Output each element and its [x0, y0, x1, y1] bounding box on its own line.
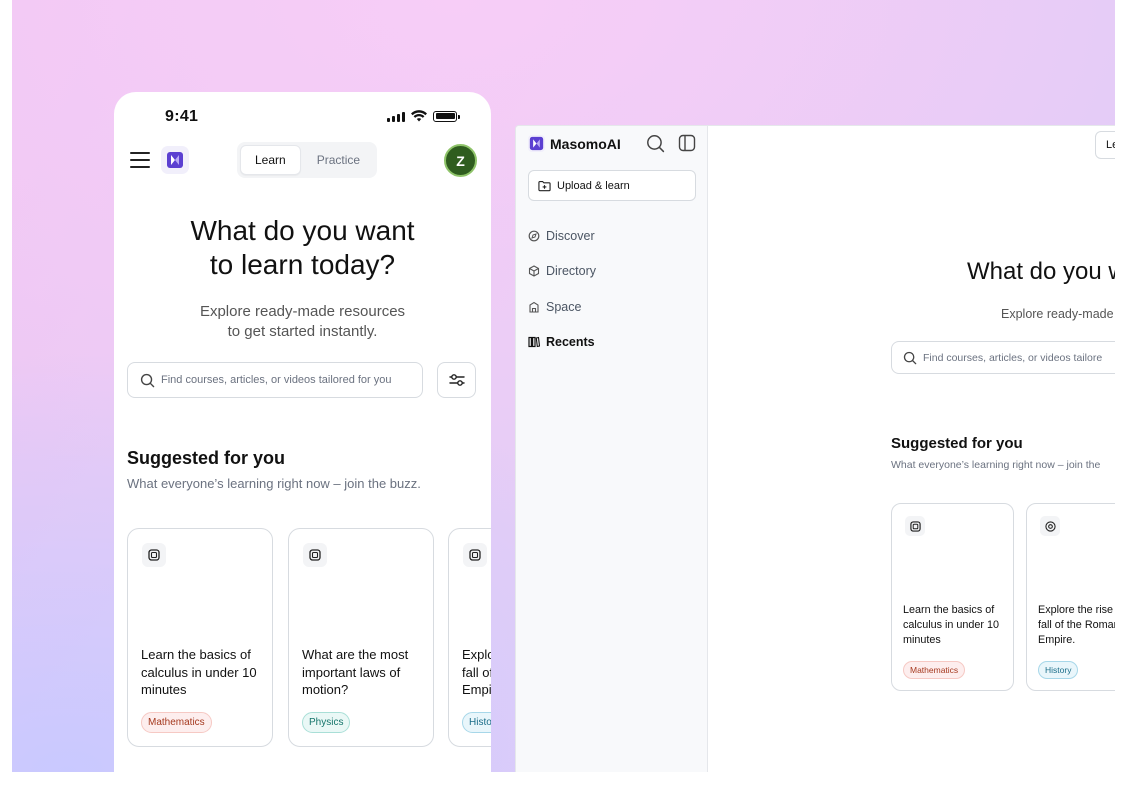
tab-learn[interactable]: Learn	[240, 145, 301, 175]
tab-learn[interactable]: Le	[1095, 131, 1115, 159]
subject-tag: Physics	[302, 712, 351, 733]
sidebar-item-space[interactable]: Space	[528, 289, 698, 325]
mode-tabs: Learn Practice	[237, 142, 378, 178]
sliders-icon	[448, 374, 465, 386]
background-canvas: 9:41 Learn Practice Z What do you want t…	[12, 0, 1115, 772]
sidebar-item-recents[interactable]: Recents	[528, 325, 698, 361]
suggestion-card[interactable]: Learn the basics of calculus in under 10…	[127, 528, 273, 747]
card-title: Explore the rise and fall of the Roman E…	[462, 647, 491, 697]
target-icon	[1040, 516, 1060, 536]
page-title: What do you w	[967, 258, 1115, 285]
search-icon[interactable]	[646, 134, 665, 153]
subtitle-line-2: to get started instantly.	[227, 323, 378, 340]
sidebar-item-label: Discover	[546, 228, 595, 243]
app-logo-icon	[528, 135, 545, 152]
building-icon	[529, 301, 539, 313]
book-icon	[142, 543, 166, 567]
filter-button[interactable]	[437, 362, 476, 398]
avatar[interactable]: Z	[444, 144, 477, 177]
subject-tag: History	[462, 712, 491, 733]
status-bar: 9:41	[114, 92, 491, 142]
book-icon	[905, 516, 925, 536]
books-icon	[528, 337, 540, 348]
desktop-window: MasomoAI Upload & learn Discover Directo…	[515, 125, 1115, 772]
subtitle-line-1: Explore ready-made resources	[199, 303, 406, 320]
sidebar-item-discover[interactable]: Discover	[528, 218, 698, 254]
section-subtitle: What everyone’s learning right now – joi…	[127, 476, 421, 491]
upload-label: Upload & learn	[557, 179, 630, 192]
app-name: MasomoAI	[550, 135, 621, 152]
book-icon	[463, 543, 487, 567]
suggestion-card[interactable]: What are the most important laws of moti…	[288, 528, 434, 747]
brand[interactable]: MasomoAI	[528, 135, 621, 152]
search-placeholder: Find courses, articles, or videos tailor…	[161, 374, 392, 386]
suggestion-card[interactable]: Explore the rise and fall of the Roman E…	[1026, 503, 1115, 691]
main-content: Le What do you w Explore ready-made Find…	[709, 126, 1115, 772]
sidebar-toggle-icon[interactable]	[678, 134, 696, 152]
upload-button[interactable]: Upload & learn	[528, 170, 696, 201]
upload-folder-icon	[538, 180, 551, 191]
suggestion-card[interactable]: Explore the rise and fall of the Roman E…	[448, 528, 491, 747]
page-subtitle: Explore ready-made resources to get star…	[114, 302, 491, 342]
tab-practice[interactable]: Practice	[303, 145, 374, 175]
sidebar-item-label: Directory	[546, 264, 597, 279]
mobile-screen: 9:41 Learn Practice Z What do you want t…	[114, 92, 491, 772]
subject-tag: History	[1038, 661, 1079, 679]
search-placeholder: Find courses, articles, or videos tailor…	[923, 351, 1103, 364]
page-title: What do you want to learn today?	[114, 214, 491, 282]
subject-tag: Mathematics	[903, 661, 966, 679]
card-title: Explore the rise and fall of the Roman E…	[1038, 604, 1115, 646]
battery-icon	[433, 110, 460, 122]
menu-icon[interactable]	[130, 152, 150, 168]
status-time: 9:41	[165, 108, 199, 125]
section-title: Suggested for you	[127, 448, 286, 468]
title-line-1: What do you want	[190, 215, 415, 246]
card-title: Learn the basics of calculus in under 10…	[903, 604, 1000, 646]
cellular-signal-icon	[387, 111, 405, 122]
sidebar-item-label: Space	[546, 299, 582, 314]
cube-icon	[528, 265, 540, 277]
search-icon	[903, 351, 917, 364]
sidebar-item-label: Recents	[546, 335, 595, 350]
section-title: Suggested for you	[891, 435, 1023, 452]
search-input[interactable]: Find courses, articles, or videos tailor…	[127, 362, 423, 398]
section-subtitle: What everyone’s learning right now – joi…	[891, 459, 1101, 471]
wifi-icon	[411, 110, 427, 122]
sidebar: MasomoAI Upload & learn Discover Directo…	[516, 126, 708, 772]
app-logo-icon[interactable]	[161, 146, 189, 174]
card-title: Learn the basics of calculus in under 10…	[141, 647, 257, 697]
page-subtitle: Explore ready-made	[1001, 307, 1114, 321]
suggestion-card[interactable]: Learn the basics of calculus in under 10…	[891, 503, 1014, 691]
status-icons	[387, 110, 460, 122]
search-icon	[140, 373, 155, 387]
card-title: What are the most important laws of moti…	[302, 647, 409, 697]
sidebar-nav: Discover Directory Space Recents	[528, 218, 698, 360]
subject-tag: Mathematics	[141, 712, 212, 733]
book-icon	[303, 543, 327, 567]
search-input[interactable]: Find courses, articles, or videos tailor…	[891, 341, 1115, 374]
title-line-2: to learn today?	[209, 249, 396, 280]
sidebar-item-directory[interactable]: Directory	[528, 254, 698, 290]
compass-icon	[528, 230, 540, 242]
